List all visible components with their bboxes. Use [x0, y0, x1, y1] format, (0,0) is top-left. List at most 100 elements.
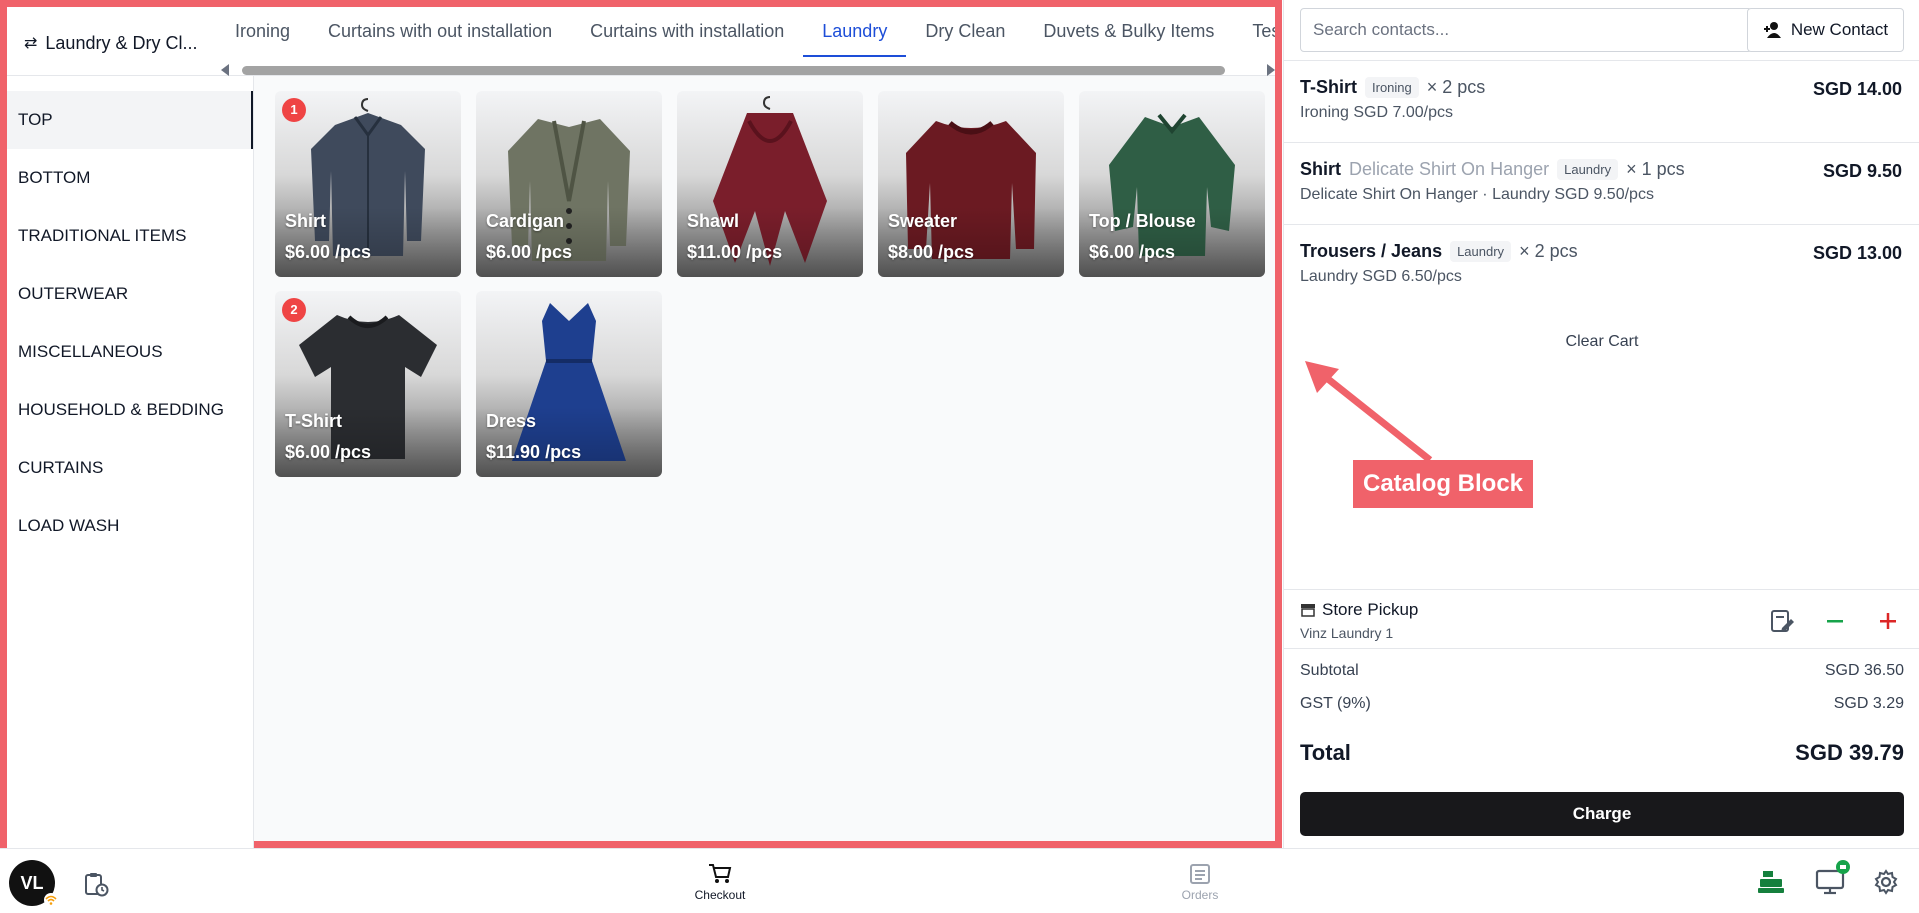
- product-grid: 1 Shirt $6.00 /pcs Cardigan $6.00 /pcs S…: [275, 91, 1275, 477]
- scroll-left-icon[interactable]: [221, 64, 229, 76]
- store-switcher[interactable]: ⇄ Laundry & Dry Cl...: [24, 25, 197, 61]
- quantity-badge: 1: [282, 98, 306, 122]
- service-tag: Laundry: [1450, 241, 1512, 262]
- product-name: Dress: [486, 411, 537, 431]
- line-item-variant: Delicate Shirt On Hanger: [1349, 159, 1550, 179]
- gst-value: SGD 3.29: [1833, 695, 1904, 712]
- new-contact-label: New Contact: [1790, 20, 1889, 39]
- plus-icon[interactable]: [1875, 608, 1901, 634]
- product-name: Cardigan: [486, 211, 565, 231]
- product-name: Shawl: [687, 211, 740, 231]
- tab-laundry[interactable]: Laundry: [803, 7, 907, 57]
- tab-test[interactable]: Test: [1233, 7, 1275, 57]
- pickup-title: Store Pickup: [1322, 600, 1419, 619]
- line-detail: Ironing SGD 7.00/pcs: [1300, 104, 1453, 121]
- product-price: $6.00 /pcs: [285, 442, 372, 462]
- product-card[interactable]: Top / Blouse $6.00 /pcs: [1079, 91, 1265, 277]
- cash-register-icon[interactable]: [1757, 869, 1785, 895]
- product-card[interactable]: Sweater $8.00 /pcs: [878, 91, 1064, 277]
- pickup-store: Vinz Laundry 1: [1300, 625, 1394, 641]
- product-name: T-Shirt: [285, 411, 342, 431]
- line-price: SGD 13.00: [1812, 243, 1902, 263]
- product-price: $11.90 /pcs: [486, 442, 582, 462]
- nav-orders[interactable]: Orders: [1160, 863, 1240, 902]
- line-item-name: T-Shirt: [1300, 77, 1357, 97]
- catalog-block-callout: Catalog Block: [1353, 460, 1533, 508]
- product-price: $6.00 /pcs: [1089, 242, 1176, 262]
- category-bottom[interactable]: BOTTOM: [7, 149, 253, 207]
- edit-note-icon[interactable]: [1769, 608, 1795, 634]
- order-totals: Subtotal SGD 36.50 GST (9%) SGD 3.29 Total…: [1300, 662, 1904, 773]
- contact-search-input[interactable]: [1300, 8, 1752, 52]
- category-top[interactable]: TOP: [7, 91, 253, 149]
- bottom-nav: VL Checkout Orders: [0, 848, 1919, 913]
- store-name: Laundry & Dry Cl...: [45, 32, 198, 53]
- charge-button[interactable]: Charge: [1300, 792, 1904, 836]
- cart-line[interactable]: T-Shirt Ironing × 2 pcs Ironing SGD 7.00…: [1284, 61, 1919, 143]
- line-price: SGD 9.50: [1822, 161, 1902, 181]
- category-traditional-items[interactable]: TRADITIONAL ITEMS: [7, 207, 253, 265]
- category-miscellaneous[interactable]: MISCELLANEOUS: [7, 323, 253, 381]
- category-outerwear[interactable]: OUTERWEAR: [7, 265, 253, 323]
- catalog-block: ⇄ Laundry & Dry Cl... Ironing Curtains wi…: [0, 0, 1282, 848]
- tab-curtains-without-installation[interactable]: Curtains with out installation: [309, 7, 571, 57]
- scrollbar-thumb[interactable]: [242, 66, 1225, 75]
- cart-line[interactable]: Trousers / Jeans Laundry × 2 pcs Laundry…: [1284, 225, 1919, 307]
- subtotal-value: SGD 36.50: [1824, 662, 1904, 679]
- tab-ironing[interactable]: Ironing: [216, 7, 309, 57]
- category-curtains[interactable]: CURTAINS: [7, 439, 253, 497]
- nav-checkout-label: Checkout: [694, 888, 746, 902]
- product-card[interactable]: Dress $11.90 /pcs: [476, 291, 662, 477]
- category-household-bedding[interactable]: HOUSEHOLD & BEDDING: [7, 381, 253, 439]
- switch-icon: ⇄: [24, 35, 38, 52]
- tab-curtains-with-installation[interactable]: Curtains with installation: [571, 7, 803, 57]
- product-card[interactable]: 2 T-Shirt $6.00 /pcs: [275, 291, 461, 477]
- service-tag: Laundry: [1557, 159, 1619, 180]
- line-quantity: × 2 pcs: [1519, 241, 1578, 261]
- wifi-icon: [44, 893, 58, 907]
- tabs-scrollbar[interactable]: [221, 64, 1275, 78]
- line-quantity: × 2 pcs: [1426, 77, 1486, 97]
- cart-line[interactable]: Shirt Delicate Shirt On Hanger Laundry ×…: [1284, 143, 1919, 225]
- add-user-icon: [1763, 22, 1781, 38]
- service-tag: Ironing: [1365, 77, 1419, 98]
- product-name: Sweater: [888, 211, 958, 231]
- store-icon: [1301, 604, 1315, 617]
- product-card[interactable]: Shawl $11.00 /pcs: [677, 91, 863, 277]
- line-item-name: Trousers / Jeans: [1300, 241, 1443, 261]
- subtotal-label: Subtotal: [1300, 662, 1359, 679]
- nav-orders-label: Orders: [1181, 888, 1219, 902]
- new-contact-button[interactable]: New Contact: [1747, 8, 1904, 52]
- callout-arrow: [1305, 361, 1433, 463]
- product-price: $6.00 /pcs: [285, 242, 372, 262]
- display-icon[interactable]: [1814, 859, 1850, 895]
- gear-icon[interactable]: [1873, 869, 1899, 895]
- total-value: SGD 39.79: [1795, 740, 1904, 765]
- category-load-wash[interactable]: LOAD WASH: [7, 497, 253, 555]
- clipboard-clock-icon[interactable]: [83, 871, 109, 897]
- cart-icon: [709, 864, 732, 883]
- product-card[interactable]: Cardigan $6.00 /pcs: [476, 91, 662, 277]
- minus-icon[interactable]: [1822, 608, 1848, 634]
- product-name: Top / Blouse: [1089, 211, 1196, 231]
- catalog-topbar: ⇄ Laundry & Dry Cl... Ironing Curtains wi…: [7, 7, 1275, 76]
- gst-label: GST (9%): [1300, 695, 1371, 712]
- service-tabs: Ironing Curtains with out installation Cur…: [216, 7, 1275, 57]
- nav-checkout[interactable]: Checkout: [680, 863, 760, 902]
- category-sidebar: TOP BOTTOM TRADITIONAL ITEMS OUTERWEAR M…: [7, 76, 254, 848]
- tab-dry-clean[interactable]: Dry Clean: [906, 7, 1024, 57]
- product-price: $6.00 /pcs: [486, 242, 573, 262]
- scroll-right-icon[interactable]: [1267, 64, 1275, 76]
- tab-duvets-bulky-items[interactable]: Duvets & Bulky Items: [1024, 7, 1233, 57]
- product-card[interactable]: 1 Shirt $6.00 /pcs: [275, 91, 461, 277]
- line-price: SGD 14.00: [1812, 79, 1902, 99]
- line-detail: Laundry SGD 6.50/pcs: [1300, 268, 1462, 285]
- orders-icon: [1190, 864, 1210, 884]
- product-price: $11.00 /pcs: [687, 242, 783, 262]
- quantity-badge: 2: [282, 298, 306, 322]
- clear-cart-button[interactable]: Clear Cart: [1284, 333, 1919, 351]
- line-quantity: × 1 pcs: [1626, 159, 1685, 179]
- product-name: Shirt: [285, 211, 327, 231]
- product-price: $8.00 /pcs: [888, 242, 975, 262]
- line-item-name: Shirt: [1300, 159, 1342, 179]
